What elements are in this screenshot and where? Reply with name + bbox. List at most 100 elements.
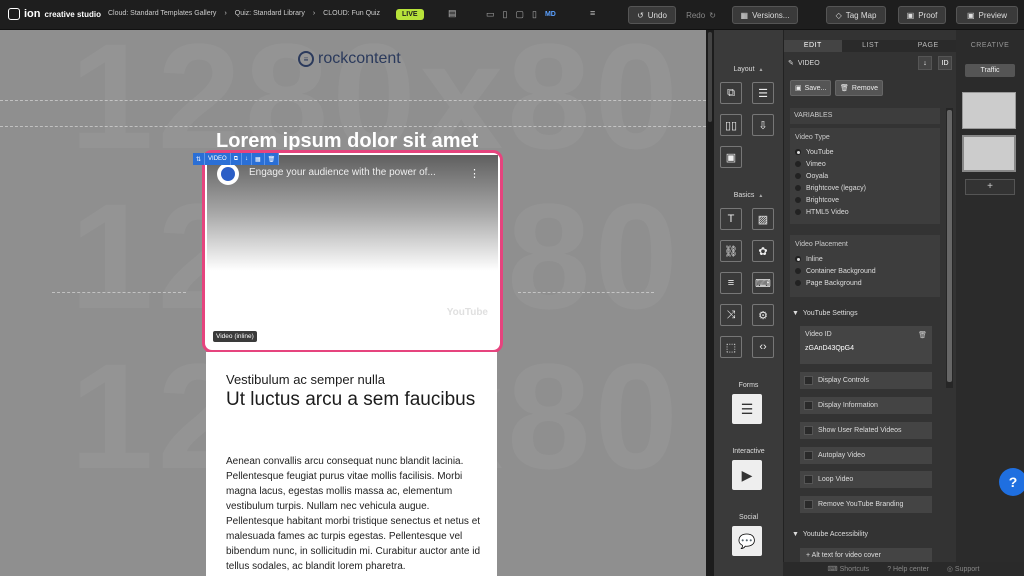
checkbox-autoplay[interactable]: Autoplay Video [800,447,932,464]
radio-container-background[interactable]: Container Background [795,265,935,277]
remove-button[interactable]: 🗑 Remove [835,80,883,96]
container-icon[interactable]: ⧉ [720,82,742,104]
grid-icon[interactable]: ▦ [252,153,265,165]
youtube-logo[interactable]: YouTube [447,307,488,318]
video-title[interactable]: Engage your audience with the power of..… [249,167,436,178]
video-player[interactable]: Engage your audience with the power of..… [207,155,498,348]
image-block-icon[interactable]: ▣ [720,146,742,168]
basics-group-header[interactable]: Basics ▲ [714,192,783,199]
radio-html5[interactable]: HTML5 Video [795,206,935,218]
radio-youtube[interactable]: YouTube [795,146,935,158]
download-box-icon[interactable]: ⇩ [752,114,774,136]
support-link[interactable]: ◎ Support [947,565,980,573]
selection-icon[interactable]: ⬚ [720,336,742,358]
desktop-icon[interactable]: ▭ [486,9,495,20]
tab-page[interactable]: PAGE [899,40,958,52]
help-center-link[interactable]: ? Help center [887,566,929,573]
canvas-scrollbar[interactable] [706,30,714,576]
layout-view-icon[interactable]: ▤ [448,8,457,19]
add-page-button[interactable]: + [965,179,1015,195]
more-options-icon[interactable]: ⋮ [469,167,480,180]
tag-map-button[interactable]: ◇ Tag Map [826,6,886,24]
settings-sliders-icon[interactable]: ≡ [590,8,595,18]
page-thumbnail[interactable] [962,92,1016,129]
delete-icon[interactable]: 🗑 [265,153,280,165]
tab-list[interactable]: LIST [841,40,900,52]
rows-icon[interactable]: ☰ [752,82,774,104]
preview-label: Preview [978,10,1007,20]
variables-section[interactable]: VARIABLES [790,108,940,124]
checkbox-display-information[interactable]: Display Information [800,397,932,414]
checkbox-label: Display Controls [818,377,869,384]
radio-vimeo[interactable]: Vimeo [795,158,935,170]
breadcrumb-item[interactable]: CLOUD: Fun Quiz [323,10,380,17]
laptop-icon[interactable]: ▯ [503,9,508,20]
radio-inline[interactable]: Inline [795,253,935,265]
redo-button[interactable]: Redo ↻ [680,6,722,24]
form-icon[interactable]: ☰ [732,394,762,424]
page-thumbnail-selected[interactable] [962,135,1016,172]
checkbox-display-controls[interactable]: Display Controls [800,372,932,389]
expand-caret-icon: ▼ [792,310,799,317]
text-icon[interactable]: T [720,208,742,230]
move-down-icon[interactable]: ↓ [918,56,932,70]
undo-button[interactable]: ↺ Undo [628,6,676,24]
card-title[interactable]: Ut luctus arcu a sem faucibus [226,388,476,412]
breadcrumb-item[interactable]: Quiz: Standard Library [235,10,305,17]
duplicate-icon[interactable]: ⧉ [231,153,242,165]
tab-creative[interactable]: CREATIVE [956,42,1024,49]
ion-logo[interactable]: ion creative studio [8,8,101,20]
tablet-icon[interactable]: ▢ [515,9,524,20]
alt-text-button[interactable]: + Alt text for video cover [800,548,932,562]
content-card[interactable]: Vestibulum ac semper nulla Ut luctus arc… [206,352,497,576]
traffic-button[interactable]: Traffic [965,64,1015,77]
versions-button[interactable]: ▦ Versions... [732,6,798,24]
drag-handle-icon[interactable]: ⇅ [193,153,206,165]
image-icon[interactable]: ▨ [752,208,774,230]
shuffle-icon[interactable]: ⤨ [720,304,742,326]
radio-brightcove[interactable]: Brightcove [795,194,935,206]
move-down-icon[interactable]: ↓ [242,153,252,165]
checkbox-loop[interactable]: Loop Video [800,471,932,488]
radio-ooyala[interactable]: Ooyala [795,170,935,182]
card-body[interactable]: Aenean convallis arcu consequat nunc bla… [226,454,481,574]
link-icon[interactable]: ⛓ [720,240,742,262]
checkbox-related-videos[interactable]: Show User Related Videos [800,422,932,439]
scrollbar-thumb[interactable] [947,110,952,382]
social-group-header[interactable]: Social [714,514,783,521]
youtube-settings-header[interactable]: ▼ YouTube Settings [792,310,858,317]
columns-icon[interactable]: ▯▯ [720,114,742,136]
layout-group-header[interactable]: Layout ▲ [714,66,783,73]
mobile-icon[interactable]: ▯ [532,9,537,20]
interactive-group-header[interactable]: Interactive [714,448,783,455]
code-icon[interactable]: ‹› [752,336,774,358]
scrollbar-thumb[interactable] [708,32,712,122]
breadcrumb-item[interactable]: Cloud: Standard Templates Gallery [108,10,216,17]
comment-icon[interactable]: 💬 [732,526,762,556]
radio-page-background[interactable]: Page Background [795,277,935,289]
checkbox-remove-branding[interactable]: Remove YouTube Branding [800,496,932,513]
device-size-label[interactable]: MD [545,11,556,18]
preview-button[interactable]: ▣ Preview [956,6,1018,24]
shortcuts-link[interactable]: ⌨ Shortcuts [828,565,870,573]
widget-settings-icon[interactable]: ⚙ [752,304,774,326]
proof-button[interactable]: ▣ Proof [898,6,946,24]
video-element[interactable]: Engage your audience with the power of..… [202,150,503,353]
id-button[interactable]: ID [938,56,952,70]
youtube-accessibility-header[interactable]: ▼ Youtube Accessibility [792,531,868,538]
tab-edit[interactable]: EDIT [784,40,842,52]
editor-canvas[interactable]: 1280x80 1280x80 1280x80 ≡ rockcontent Lo… [0,30,706,576]
save-button[interactable]: ▣ Save... [790,80,832,96]
keyboard-icon[interactable]: ⌨ [752,272,774,294]
video-id-input[interactable]: zGAnD43QpG4 [805,345,927,352]
forms-group-header[interactable]: Forms [714,382,783,389]
card-pretitle[interactable]: Vestibulum ac semper nulla [226,372,385,387]
badge-icon[interactable]: ✿ [752,240,774,262]
channel-avatar-icon[interactable] [217,163,239,185]
panel-scrollbar[interactable] [946,108,953,388]
list-icon[interactable]: ≡ [720,272,742,294]
play-icon[interactable]: ▶ [732,460,762,490]
trash-icon[interactable]: 🗑 [918,331,927,339]
radio-brightcove-legacy[interactable]: Brightcove (legacy) [795,182,935,194]
help-button[interactable]: ? [999,468,1024,496]
